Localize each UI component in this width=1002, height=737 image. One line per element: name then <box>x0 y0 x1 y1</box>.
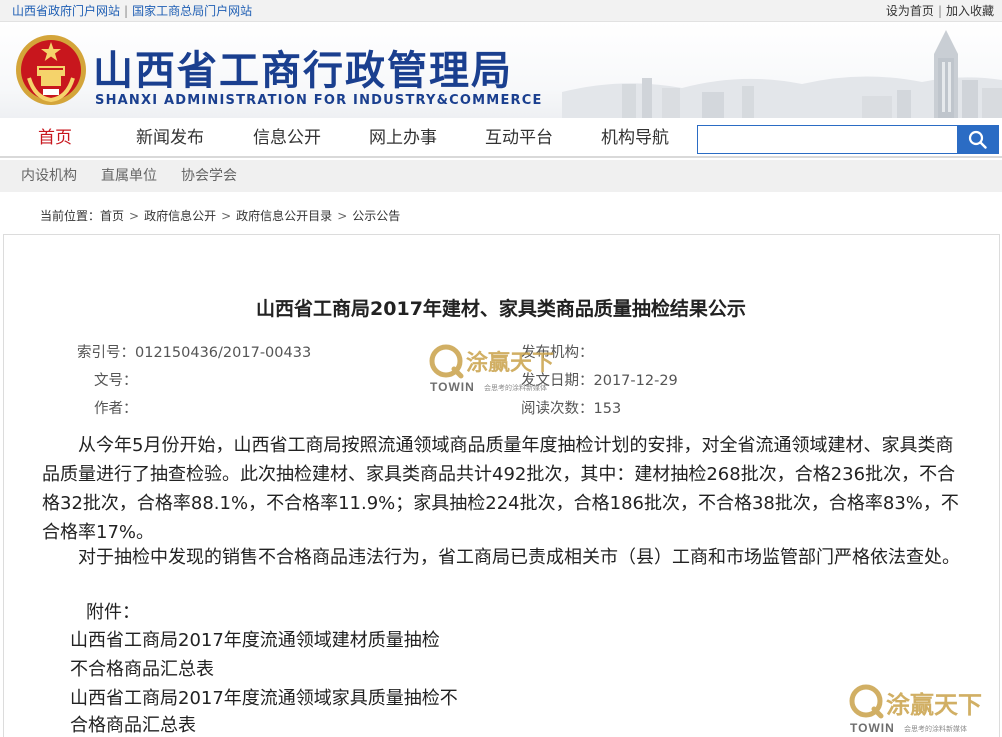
search-icon <box>968 130 987 149</box>
article-title: 山西省工商局2017年建材、家具类商品质量抽检结果公示 <box>256 298 746 320</box>
search-input[interactable] <box>698 126 958 153</box>
meta-index: 索引号：012150436/2017-00433 <box>77 341 311 362</box>
top-left-links: 山西省政府门户网站 | 国家工商总局门户网站 <box>12 4 253 18</box>
meta-author-label: 作者： <box>94 401 138 417</box>
article-paragraph-1: 从今年5月份开始，山西省工商局按照流通领域商品质量年度抽检计划的安排，对全省流通… <box>42 435 959 543</box>
nav-interaction[interactable]: 互动平台 <box>485 118 553 158</box>
breadcrumb-separator: > <box>221 209 232 223</box>
attachment-link-1[interactable]: 山西省工商局2017年度流通领域建材质量抽检 <box>70 626 440 655</box>
breadcrumb: 当前位置：首页 > 政府信息公开 > 政府信息公开目录 > 公示公告 <box>40 207 400 224</box>
saic-portal-link[interactable]: 国家工商总局门户网站 <box>132 4 252 18</box>
site-header: 山西省工商行政管理局 SHANXI ADMINISTRATION FOR IND… <box>0 22 1002 118</box>
subnav-direct-units[interactable]: 直属单位 <box>101 160 157 192</box>
breadcrumb-announcements[interactable]: 公示公告 <box>352 209 400 223</box>
attachment-label: 附件： <box>86 602 140 623</box>
watermark-latin: TOWIN <box>850 721 895 735</box>
meta-reads-label: 阅读次数： <box>521 401 594 417</box>
breadcrumb-separator: > <box>337 209 348 223</box>
towin-watermark: 涂赢天下 TOWIN 会思考的涂料新媒体 <box>428 343 568 395</box>
towin-watermark-corner: 涂赢天下 TOWIN 会思考的涂料新媒体 <box>848 683 1000 737</box>
set-homepage-link[interactable]: 设为首页 <box>886 4 934 18</box>
city-skyline-decoration <box>562 30 1002 118</box>
breadcrumb-gov-info[interactable]: 政府信息公开 <box>144 209 216 223</box>
search-button[interactable] <box>957 126 998 153</box>
top-right-links: 设为首页 | 加入收藏 <box>885 4 994 18</box>
towin-logo-icon <box>429 344 464 379</box>
meta-index-label: 索引号： <box>77 345 135 361</box>
attachment-link-1-continued[interactable]: 不合格商品汇总表 <box>70 655 214 684</box>
meta-doc-label: 文号： <box>94 373 138 389</box>
breadcrumb-label: 当前位置： <box>40 209 101 223</box>
subnav-internal-depts[interactable]: 内设机构 <box>21 160 77 192</box>
meta-reads-value: 153 <box>593 401 622 417</box>
site-title: 山西省工商行政管理局 <box>93 48 513 94</box>
watermark-latin: TOWIN <box>430 380 475 394</box>
nav-home[interactable]: 首页 <box>38 118 72 158</box>
meta-date-value: 2017-12-29 <box>593 373 678 389</box>
watermark-name: 涂赢天下 <box>886 690 982 719</box>
meta-author: 作者： <box>94 397 138 418</box>
meta-reads: 阅读次数：153 <box>521 397 621 418</box>
site-subtitle: SHANXI ADMINISTRATION FOR INDUSTRY&COMME… <box>95 93 543 108</box>
watermark-tagline: 会思考的涂料新媒体 <box>904 725 967 733</box>
watermark-name: 涂赢天下 <box>466 350 555 376</box>
towin-logo-icon <box>849 684 884 719</box>
article-paragraph-2: 对于抽检中发现的销售不合格商品违法行为，省工商局已责成相关市（县）工商和市场监管… <box>42 547 960 568</box>
nav-news[interactable]: 新闻发布 <box>136 118 204 158</box>
sub-nav: 内设机构 直属单位 协会学会 <box>0 160 1002 192</box>
main-nav: 首页 新闻发布 信息公开 网上办事 互动平台 机构导航 <box>0 118 1002 158</box>
gov-portal-link[interactable]: 山西省政府门户网站 <box>12 4 120 18</box>
nav-org-guide[interactable]: 机构导航 <box>601 118 669 158</box>
add-favorite-link[interactable]: 加入收藏 <box>946 4 994 18</box>
national-emblem-icon <box>16 35 86 105</box>
meta-doc-number: 文号： <box>94 369 138 390</box>
nav-info-disclosure[interactable]: 信息公开 <box>253 118 321 158</box>
watermark-tagline: 会思考的涂料新媒体 <box>484 384 547 392</box>
attachment-link-2-continued[interactable]: 合格商品汇总表 <box>70 711 196 737</box>
breadcrumb-separator: > <box>129 209 140 223</box>
top-link-bar: 山西省政府门户网站 | 国家工商总局门户网站 设为首页 | 加入收藏 <box>0 0 1002 22</box>
meta-index-value: 012150436/2017-00433 <box>135 345 312 361</box>
attachment-link-2[interactable]: 山西省工商局2017年度流通领域家具质量抽检不 <box>70 684 458 713</box>
subnav-associations[interactable]: 协会学会 <box>181 160 237 192</box>
nav-online-services[interactable]: 网上办事 <box>369 118 437 158</box>
breadcrumb-gov-info-catalog[interactable]: 政府信息公开目录 <box>236 209 332 223</box>
search-box <box>697 125 999 154</box>
breadcrumb-home[interactable]: 首页 <box>100 209 124 223</box>
